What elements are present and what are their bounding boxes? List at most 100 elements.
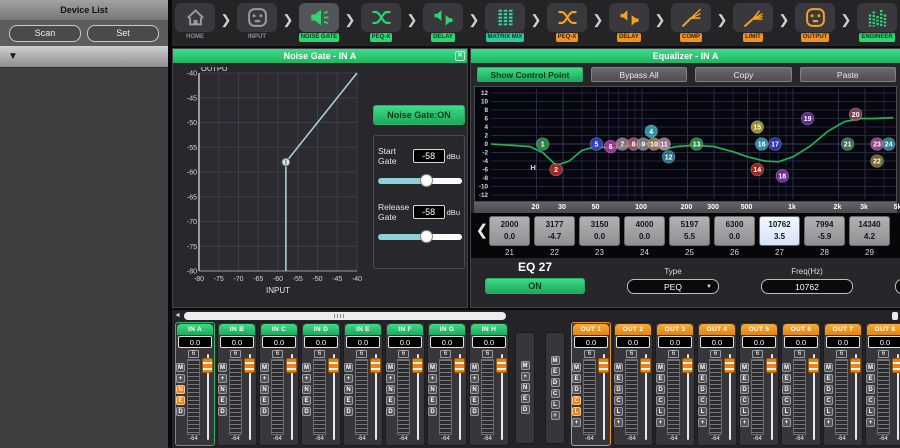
- toolbar-item-peq-x[interactable]: PEQ-X: [360, 3, 402, 42]
- channel-fader[interactable]: [724, 350, 736, 446]
- process-button-M[interactable]: M: [740, 363, 749, 372]
- process-button-E[interactable]: E: [551, 367, 560, 376]
- process-button-C[interactable]: C: [824, 396, 833, 405]
- input-master-strip[interactable]: M+NED: [515, 332, 535, 444]
- channel-gain-value[interactable]: 0.0: [346, 336, 380, 348]
- process-button-E[interactable]: E: [824, 374, 833, 383]
- process-button-E[interactable]: E: [428, 396, 437, 405]
- fader-handle[interactable]: [370, 358, 381, 373]
- channel-gain-value[interactable]: 0.0: [220, 336, 254, 348]
- channel-tab[interactable]: IN G: [429, 324, 465, 335]
- channel-tab[interactable]: OUT 3: [657, 324, 693, 335]
- toolbar-item-output[interactable]: OUTPUT: [794, 3, 836, 42]
- eq-point-24[interactable]: 24: [882, 138, 895, 151]
- fader-handle[interactable]: [892, 358, 900, 373]
- channel-strip-in-f[interactable]: IN F0.0M+NED6-64: [385, 322, 425, 446]
- process-button-M[interactable]: M: [824, 363, 833, 372]
- channel-strip-in-a[interactable]: IN A0.0M+NED6-64: [175, 322, 215, 446]
- process-button-M[interactable]: M: [260, 363, 269, 372]
- process-button-D[interactable]: D: [866, 385, 875, 394]
- process-button-E[interactable]: E: [521, 394, 530, 403]
- fader-handle[interactable]: [766, 358, 777, 373]
- process-button-L[interactable]: L: [740, 407, 749, 416]
- eq-point-12[interactable]: 12: [662, 151, 675, 164]
- process-button-D[interactable]: D: [656, 385, 665, 394]
- process-button-D[interactable]: D: [521, 405, 530, 414]
- scrollbar-grip[interactable]: [334, 314, 346, 318]
- process-button-C[interactable]: C: [656, 396, 665, 405]
- channel-tab[interactable]: IN F: [387, 324, 423, 335]
- eq-point-2[interactable]: 2: [550, 163, 563, 176]
- band-cell[interactable]: 107623.5: [759, 216, 800, 246]
- process-button-E[interactable]: E: [176, 396, 185, 405]
- process-button-D[interactable]: D: [824, 385, 833, 394]
- process-button-M[interactable]: M: [521, 361, 530, 370]
- process-button-E[interactable]: E: [866, 374, 875, 383]
- release-gate-slider-knob[interactable]: [420, 230, 433, 243]
- eq-point-17[interactable]: 17: [769, 138, 782, 151]
- channel-strip-out-3[interactable]: OUT 30.0MEDCL+6-64: [655, 322, 695, 446]
- process-button-N[interactable]: N: [521, 383, 530, 392]
- process-button-N[interactable]: N: [176, 385, 185, 394]
- process-button-E[interactable]: E: [740, 374, 749, 383]
- fader-handle[interactable]: [496, 358, 507, 373]
- process-button-+[interactable]: +: [176, 374, 185, 383]
- process-button-D[interactable]: D: [386, 407, 395, 416]
- band-cell[interactable]: 3177-4.7: [534, 216, 575, 246]
- process-button-M[interactable]: M: [218, 363, 227, 372]
- eq-point-1[interactable]: 1: [536, 138, 549, 151]
- process-button-N[interactable]: N: [386, 385, 395, 394]
- process-button-+[interactable]: +: [218, 374, 227, 383]
- channel-strip-out-8[interactable]: OUT 80.0MEDCL+6-64: [865, 322, 900, 446]
- process-button-L[interactable]: L: [656, 407, 665, 416]
- eq-point-20[interactable]: 20: [849, 108, 862, 121]
- channel-tab[interactable]: OUT 7: [825, 324, 861, 335]
- start-gate-value[interactable]: -58: [413, 149, 445, 163]
- channel-strip-in-h[interactable]: IN H0.0M+NED6-64: [469, 322, 509, 446]
- channel-strip-out-5[interactable]: OUT 50.0MEDCL+6-64: [739, 322, 779, 446]
- process-button-L[interactable]: L: [866, 407, 875, 416]
- channel-tab[interactable]: IN D: [303, 324, 339, 335]
- show-control-point-button[interactable]: Show Control Point: [477, 67, 583, 82]
- eq-point-21[interactable]: 21: [841, 138, 854, 151]
- process-button-C[interactable]: C: [782, 396, 791, 405]
- process-button-L[interactable]: L: [698, 407, 707, 416]
- band-cell[interactable]: 51975.5: [669, 216, 710, 246]
- process-button-C[interactable]: C: [866, 396, 875, 405]
- channel-gain-value[interactable]: 0.0: [472, 336, 506, 348]
- channel-strip-in-b[interactable]: IN B0.0M+NED6-64: [217, 322, 257, 446]
- process-button-+[interactable]: +: [782, 418, 791, 427]
- channel-fader[interactable]: [892, 350, 900, 446]
- channel-fader[interactable]: [850, 350, 862, 446]
- channel-gain-value[interactable]: 0.0: [430, 336, 464, 348]
- toolbar-item-noise-gate[interactable]: NOISE GATE: [298, 3, 340, 42]
- channel-tab[interactable]: IN C: [261, 324, 297, 335]
- process-button-D[interactable]: D: [428, 407, 437, 416]
- toolbar-item-home[interactable]: HOME: [174, 3, 216, 42]
- channel-fader[interactable]: [766, 350, 778, 446]
- channel-gain-value[interactable]: 0.0: [700, 336, 734, 348]
- channel-strip-out-6[interactable]: OUT 60.0MEDCL+6-64: [781, 322, 821, 446]
- process-button-D[interactable]: D: [302, 407, 311, 416]
- eq-point-7[interactable]: 7: [616, 138, 629, 151]
- eq-q-field[interactable]: 1.0: [895, 279, 900, 294]
- process-button-N[interactable]: N: [344, 385, 353, 394]
- channel-tab[interactable]: OUT 5: [741, 324, 777, 335]
- process-button-D[interactable]: D: [260, 407, 269, 416]
- process-button-M[interactable]: M: [782, 363, 791, 372]
- eq-point-6[interactable]: 6: [604, 140, 617, 153]
- channel-gain-value[interactable]: 0.0: [658, 336, 692, 348]
- eq-point-4[interactable]: 4: [645, 125, 658, 138]
- eq-point-23[interactable]: 23: [871, 138, 884, 151]
- process-button-M[interactable]: M: [302, 363, 311, 372]
- eq-point-14[interactable]: 14: [751, 163, 764, 176]
- process-button-N[interactable]: N: [302, 385, 311, 394]
- channel-gain-value[interactable]: 0.0: [868, 336, 900, 348]
- eq-point-22[interactable]: 22: [871, 155, 884, 168]
- process-button-E[interactable]: E: [656, 374, 665, 383]
- channel-fader[interactable]: [328, 350, 340, 446]
- channel-fader[interactable]: [370, 350, 382, 446]
- toolbar-item-matrix-mix[interactable]: MATRIX MIX: [484, 3, 526, 42]
- process-button-E[interactable]: E: [218, 396, 227, 405]
- channel-fader[interactable]: [286, 350, 298, 446]
